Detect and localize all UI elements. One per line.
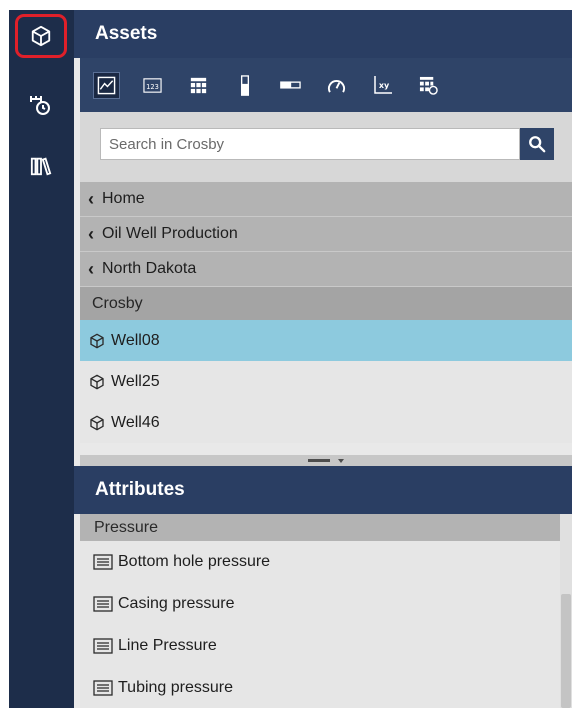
asset-comparison-table-icon bbox=[419, 76, 438, 95]
attribute-label: Tubing pressure bbox=[118, 679, 234, 696]
search-button[interactable] bbox=[520, 128, 554, 160]
breadcrumb-label: North Dakota bbox=[102, 260, 197, 277]
time-range-rail-button[interactable] bbox=[15, 82, 67, 126]
cube-icon bbox=[31, 25, 51, 47]
side-panel: Assets 123 xy Search in Crosby ‹ Home ‹ … bbox=[74, 10, 572, 708]
symbol-toolbar: 123 xy bbox=[80, 58, 572, 112]
attributes-header: Attributes bbox=[74, 466, 572, 514]
assets-header: Assets bbox=[74, 10, 572, 58]
trend-button[interactable] bbox=[93, 71, 120, 99]
asset-item-well46[interactable]: Well46 bbox=[80, 402, 572, 443]
breadcrumb-north-dakota[interactable]: ‹ North Dakota bbox=[80, 252, 572, 287]
breadcrumb-home[interactable]: ‹ Home bbox=[80, 182, 572, 217]
table-icon bbox=[190, 77, 207, 93]
search-icon bbox=[529, 136, 546, 153]
chevron-left-icon: ‹ bbox=[88, 224, 94, 244]
attribute-list-icon bbox=[93, 554, 113, 570]
asset-label: Well46 bbox=[111, 413, 160, 431]
asset-item-well25[interactable]: Well25 bbox=[80, 361, 572, 402]
attribute-item-tubing-pressure[interactable]: Tubing pressure bbox=[80, 667, 560, 708]
value-button[interactable]: 123 bbox=[140, 73, 165, 98]
attribute-list-icon bbox=[93, 680, 113, 696]
asset-label: Well25 bbox=[111, 372, 160, 390]
breadcrumb-oil-well-production[interactable]: ‹ Oil Well Production bbox=[80, 217, 572, 252]
numeric-value-icon: 123 bbox=[143, 77, 162, 93]
search-input[interactable] bbox=[100, 128, 520, 160]
caret-down-icon bbox=[338, 458, 344, 463]
radial-gauge-icon bbox=[328, 79, 345, 93]
assets-title: Assets bbox=[95, 23, 158, 44]
chevron-left-icon: ‹ bbox=[88, 259, 94, 279]
nav-rail bbox=[9, 10, 74, 708]
xy-plot-button[interactable]: xy bbox=[370, 73, 395, 98]
library-icon bbox=[30, 157, 52, 176]
attribute-category-label: Pressure bbox=[94, 518, 159, 536]
assets-rail-button[interactable] bbox=[15, 14, 67, 58]
trend-chart-icon bbox=[97, 76, 116, 94]
chevron-left-icon: ‹ bbox=[88, 189, 94, 209]
attribute-item-bottom-hole-pressure[interactable]: Bottom hole pressure bbox=[80, 541, 560, 583]
attribute-item-casing-pressure[interactable]: Casing pressure bbox=[80, 583, 560, 625]
drag-handle bbox=[308, 459, 330, 462]
attribute-label: Casing pressure bbox=[118, 595, 235, 612]
panel-splitter[interactable] bbox=[80, 455, 572, 466]
svg-text:123: 123 bbox=[146, 82, 159, 90]
scrollbar-track[interactable] bbox=[560, 514, 572, 708]
horizontal-gauge-button[interactable] bbox=[278, 73, 303, 98]
asset-item-well08[interactable]: Well08 bbox=[80, 320, 572, 361]
attribute-list-icon bbox=[93, 638, 113, 654]
attributes-title: Attributes bbox=[95, 479, 185, 500]
current-node-label: Crosby bbox=[92, 294, 143, 312]
xy-plot-icon: xy bbox=[373, 76, 392, 94]
attribute-label: Bottom hole pressure bbox=[118, 553, 271, 570]
current-node: Crosby bbox=[80, 287, 572, 320]
vertical-gauge-button[interactable] bbox=[232, 73, 257, 98]
attribute-label: Line Pressure bbox=[118, 637, 217, 654]
attribute-category: Pressure bbox=[80, 514, 560, 541]
asset-label: Well08 bbox=[111, 331, 160, 349]
attribute-item-line-pressure[interactable]: Line Pressure bbox=[80, 625, 560, 667]
scale-clock-icon bbox=[30, 96, 50, 115]
cube-icon bbox=[90, 374, 104, 389]
asset-comparison-button[interactable] bbox=[416, 73, 441, 98]
svg-text:xy: xy bbox=[378, 81, 389, 90]
radial-gauge-button[interactable] bbox=[324, 73, 349, 98]
breadcrumb-label: Oil Well Production bbox=[102, 225, 238, 242]
attributes-list-area: Pressure Bottom hole pressure Casing pre… bbox=[80, 514, 572, 708]
asset-tree: ‹ Home ‹ Oil Well Production ‹ North Dak… bbox=[80, 182, 572, 443]
vertical-gauge-icon bbox=[240, 74, 249, 96]
horizontal-bar-gauge-icon bbox=[280, 81, 301, 89]
attribute-list: Bottom hole pressure Casing pressure Lin… bbox=[80, 541, 560, 708]
search-area bbox=[80, 112, 572, 182]
breadcrumb-label: Home bbox=[102, 190, 145, 207]
table-button[interactable] bbox=[186, 73, 211, 98]
scrollbar-thumb[interactable] bbox=[561, 594, 571, 708]
app-frame: Assets 123 xy Search in Crosby ‹ Home ‹ … bbox=[0, 0, 572, 708]
attribute-list-icon bbox=[93, 596, 113, 612]
library-rail-button[interactable] bbox=[15, 144, 67, 188]
cube-icon bbox=[90, 333, 104, 348]
cube-icon bbox=[90, 415, 104, 430]
